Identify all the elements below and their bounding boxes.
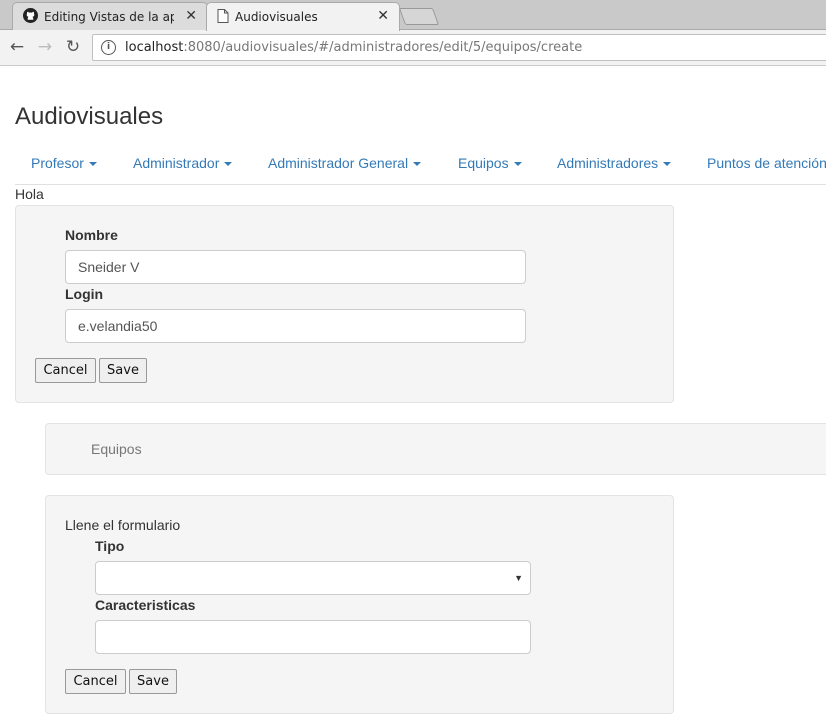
caret-down-icon [513, 162, 522, 167]
close-icon[interactable]: ✕ [377, 8, 389, 24]
nav-item-label: Administradores [557, 155, 659, 171]
nav-item-label: Profesor [31, 155, 84, 171]
forward-arrow-icon[interactable]: → [34, 36, 56, 58]
nav-item-label: Puntos de atención [707, 155, 826, 171]
address-bar[interactable]: i localhost:8080/audiovisuales/#/adminis… [92, 34, 826, 61]
equipos-panel-title: Equipos [91, 441, 142, 457]
close-icon[interactable]: ✕ [185, 8, 197, 24]
info-icon[interactable]: i [101, 40, 116, 55]
url-path: :8080/audiovisuales/#/administradores/ed… [183, 40, 583, 55]
dropdown-arrow-icon: ▼ [514, 573, 523, 583]
tipo-label: Tipo [95, 538, 125, 554]
equipo-form-panel: Llene el formulario Tipo ▼ Caracteristic… [45, 495, 674, 714]
main-nav: Profesor Administrador Administrador Gen… [15, 147, 826, 185]
login-label: Login [65, 286, 104, 302]
browser-tab-github[interactable]: Editing Vistas de la aplica ✕ [12, 2, 208, 30]
nav-item-equipos[interactable]: Equipos [458, 155, 522, 171]
caret-down-icon [413, 162, 422, 167]
back-arrow-icon[interactable]: ← [6, 36, 28, 58]
nav-item-profesor[interactable]: Profesor [31, 155, 97, 171]
nav-item-label: Equipos [458, 155, 509, 171]
tipo-select[interactable]: ▼ [95, 561, 531, 595]
equipos-panel: Equipos [45, 423, 826, 475]
nav-item-administrador-general[interactable]: Administrador General [268, 155, 422, 171]
tab-title: Audiovisuales [235, 10, 318, 24]
caret-down-icon [663, 162, 672, 167]
caracteristicas-input[interactable] [95, 620, 531, 654]
nombre-input[interactable]: Sneider V [65, 250, 526, 284]
tab-title: Editing Vistas de la aplica [44, 9, 174, 24]
browser-tab-strip: Editing Vistas de la aplica ✕ Audiovisua… [0, 0, 826, 31]
caret-down-icon [224, 162, 233, 167]
form-intro-text: Llene el formulario [65, 517, 181, 533]
cancel-button[interactable]: Cancel [65, 669, 126, 694]
browser-toolbar: ← → ↻ i localhost:8080/audiovisuales/#/a… [0, 30, 826, 66]
cancel-button[interactable]: Cancel [35, 358, 96, 383]
nav-item-label: Administrador [133, 155, 220, 171]
nav-item-administrador[interactable]: Administrador [133, 155, 233, 171]
page-title: Audiovisuales [15, 103, 164, 130]
page-icon [217, 8, 229, 26]
admin-form-panel: Nombre Sneider V Login e.velandia50 Canc… [15, 205, 674, 403]
new-tab-button[interactable] [398, 8, 440, 25]
reload-icon[interactable]: ↻ [62, 36, 84, 58]
nav-item-puntos-de-atencion[interactable]: Puntos de atención [707, 155, 826, 171]
github-icon [23, 7, 38, 26]
nav-item-administradores[interactable]: Administradores [557, 155, 672, 171]
login-input[interactable]: e.velandia50 [65, 309, 526, 343]
url-host: localhost [125, 40, 184, 55]
caret-down-icon [88, 162, 97, 167]
nav-item-label: Administrador General [268, 155, 409, 171]
save-button[interactable]: Save [129, 669, 177, 694]
caracteristicas-label: Caracteristicas [95, 597, 196, 613]
save-button[interactable]: Save [99, 358, 147, 383]
greeting-text: Hola [15, 186, 44, 202]
nombre-label: Nombre [65, 227, 118, 243]
browser-tab-audiovisuales[interactable]: Audiovisuales ✕ [206, 2, 400, 31]
